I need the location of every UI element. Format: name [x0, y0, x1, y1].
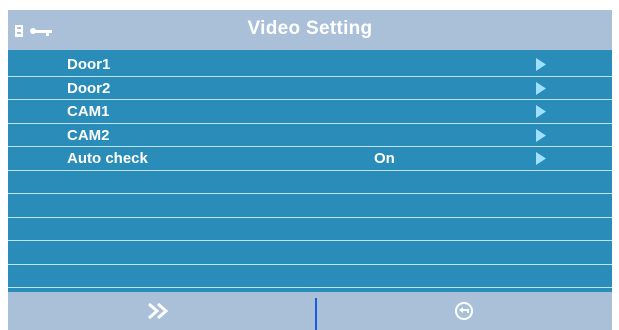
menu-item-label: CAM2	[67, 126, 110, 144]
menu-item-door2[interactable]: Door2	[8, 77, 612, 100]
next-page-button[interactable]	[8, 292, 308, 330]
back-button[interactable]	[316, 292, 612, 330]
empty-row	[8, 194, 612, 218]
menu-item-label: Door2	[67, 79, 111, 97]
menu-item-auto-check[interactable]: Auto check On	[8, 147, 612, 171]
arrow-right-icon	[536, 152, 546, 165]
arrow-right-icon	[536, 105, 546, 118]
menu-list: Door1 Door2 CAM1 CAM2 Auto check On	[8, 53, 612, 288]
menu-item-cam2[interactable]: CAM2	[8, 124, 612, 147]
title-bar: Video Setting	[8, 10, 612, 50]
arrow-right-icon	[536, 128, 546, 142]
bottom-bar	[8, 292, 612, 330]
menu-item-cam1[interactable]: CAM1	[8, 100, 612, 124]
empty-row	[8, 265, 612, 288]
menu-item-label: CAM1	[67, 103, 110, 120]
double-chevron-right-icon	[148, 302, 169, 320]
arrow-right-icon	[536, 81, 546, 95]
empty-row	[8, 241, 612, 265]
arrow-right-icon	[536, 58, 546, 71]
empty-row	[8, 171, 612, 194]
menu-item-door1[interactable]: Door1	[8, 53, 612, 77]
video-setting-screen: Video Setting Door1 Door2 CAM1 CAM2 Auto…	[8, 10, 612, 330]
page-title: Video Setting	[247, 18, 373, 39]
return-icon	[455, 302, 473, 320]
menu-item-label: Door1	[67, 56, 111, 73]
menu-item-label: Auto check	[67, 150, 148, 167]
menu-item-value: On	[374, 150, 395, 167]
empty-row	[8, 218, 612, 241]
